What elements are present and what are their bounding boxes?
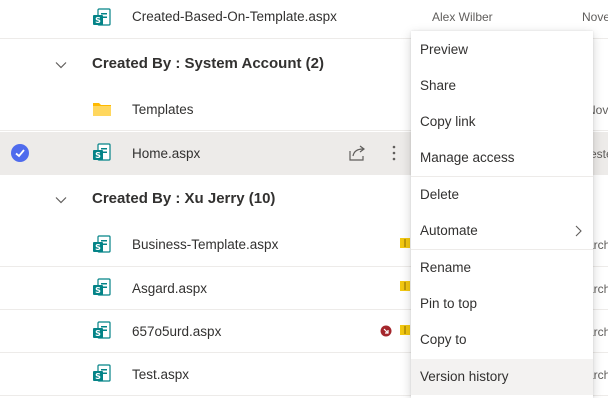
menu-item-share[interactable]: Share bbox=[411, 68, 593, 104]
menu-item-manage-access[interactable]: Manage access bbox=[411, 140, 593, 176]
share-icon[interactable] bbox=[347, 143, 367, 163]
menu-item-pin-to-top[interactable]: Pin to top bbox=[411, 286, 593, 322]
checkmark-circle-icon[interactable] bbox=[11, 144, 29, 162]
sharepoint-page-icon: S bbox=[93, 235, 111, 253]
menu-item-copy-link[interactable]: Copy link bbox=[411, 104, 593, 140]
file-name[interactable]: Templates bbox=[132, 102, 194, 117]
file-name[interactable]: Created-Based-On-Template.aspx bbox=[132, 9, 337, 24]
template-book-icon bbox=[400, 281, 410, 291]
menu-item-rename[interactable]: Rename bbox=[411, 250, 593, 286]
file-name[interactable]: Asgard.aspx bbox=[132, 281, 207, 296]
group-title: Created By : System Account (2) bbox=[92, 55, 325, 72]
folder-icon bbox=[93, 103, 111, 116]
svg-text:S: S bbox=[95, 243, 101, 252]
chevron-down-icon[interactable] bbox=[55, 194, 67, 206]
svg-text:S: S bbox=[95, 16, 101, 25]
sharepoint-page-icon: S bbox=[93, 321, 111, 339]
more-vertical-icon[interactable] bbox=[384, 143, 404, 163]
template-book-icon bbox=[400, 238, 410, 248]
file-name[interactable]: Test.aspx bbox=[132, 367, 189, 382]
menu-item-delete[interactable]: Delete bbox=[411, 177, 593, 213]
checked-out-icon bbox=[380, 325, 392, 337]
sharepoint-page-icon: S bbox=[93, 8, 111, 26]
chevron-down-icon[interactable] bbox=[55, 59, 67, 71]
context-menu: Preview Share Copy link Manage access De… bbox=[411, 31, 593, 398]
file-name[interactable]: 657o5urd.aspx bbox=[132, 324, 221, 339]
template-book-icon bbox=[400, 325, 410, 335]
group-title: Created By : Xu Jerry (10) bbox=[92, 190, 276, 207]
menu-item-automate-label: Automate bbox=[420, 223, 478, 238]
sharepoint-page-icon: S bbox=[93, 364, 111, 382]
svg-text:S: S bbox=[95, 329, 101, 338]
file-name[interactable]: Business-Template.aspx bbox=[132, 237, 278, 252]
menu-item-preview[interactable]: Preview bbox=[411, 32, 593, 68]
menu-item-copy-to[interactable]: Copy to bbox=[411, 322, 593, 358]
svg-text:S: S bbox=[95, 286, 101, 295]
menu-item-version-history[interactable]: Version history bbox=[411, 359, 593, 395]
svg-text:S: S bbox=[95, 151, 101, 160]
modified-by: Alex Wilber bbox=[432, 10, 493, 24]
modified-date: Nove bbox=[582, 10, 608, 24]
svg-text:S: S bbox=[95, 372, 101, 381]
sharepoint-page-icon: S bbox=[93, 278, 111, 296]
file-name[interactable]: Home.aspx bbox=[132, 146, 200, 161]
chevron-right-icon bbox=[575, 225, 582, 237]
sharepoint-page-icon: S bbox=[93, 143, 111, 161]
menu-item-automate[interactable]: Automate bbox=[411, 213, 593, 249]
